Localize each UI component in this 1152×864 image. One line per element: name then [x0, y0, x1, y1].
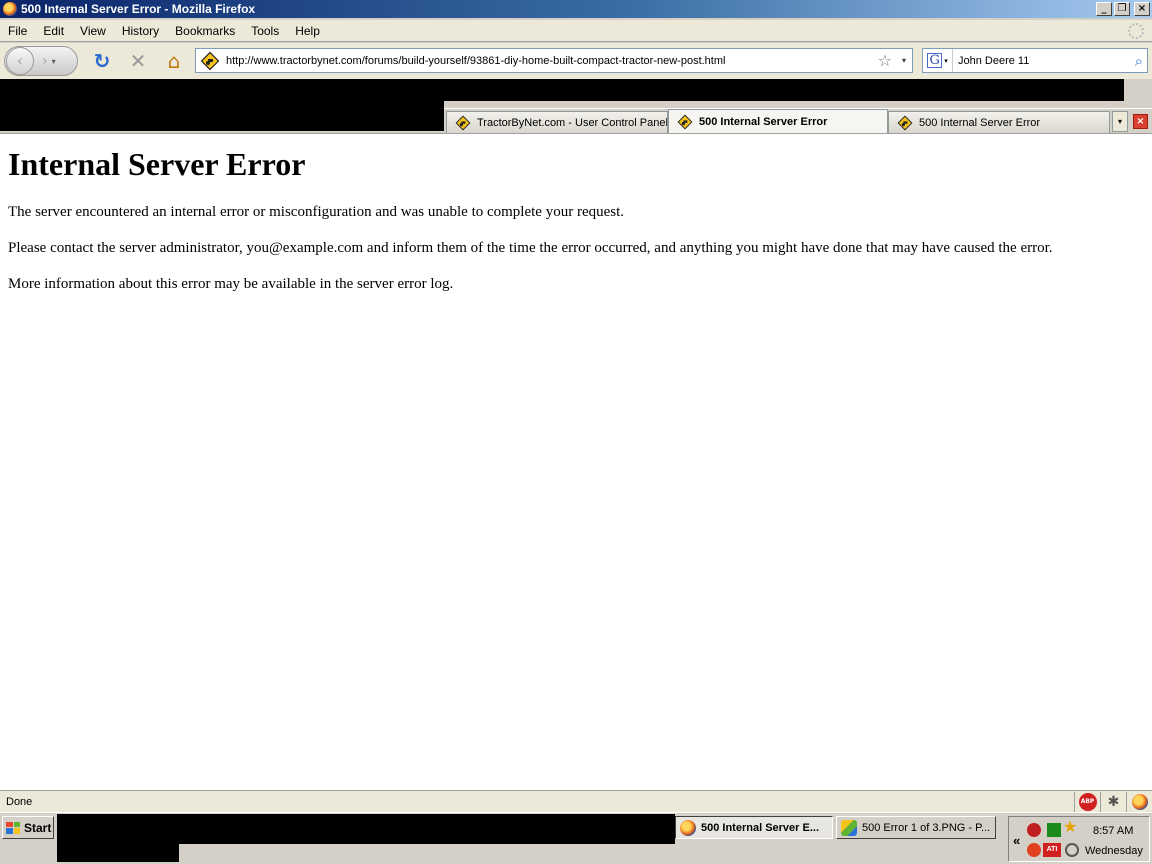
- tab-500-error[interactable]: 500 Internal Server Error: [888, 111, 1110, 133]
- tractorbynet-tab-icon: [677, 114, 693, 129]
- firefox-status-icon[interactable]: [1131, 793, 1148, 810]
- tab-list-dropdown-icon[interactable]: ▾: [1112, 111, 1128, 132]
- menu-edit[interactable]: Edit: [35, 24, 72, 38]
- navigation-toolbar: ‹ › ▾ ↻ ✕ ⌂ http://www.tractorbynet.com/…: [0, 43, 1152, 79]
- error-paragraph: The server encountered an internal error…: [8, 204, 625, 220]
- menu-tools[interactable]: Tools: [243, 24, 287, 38]
- tractorbynet-tab-icon: [455, 115, 471, 130]
- page-content: Internal Server Error The server encount…: [0, 133, 1152, 790]
- system-tray: « ★ ATI 8:57 AM Wednesday: [1008, 816, 1150, 862]
- menu-help[interactable]: Help: [287, 24, 328, 38]
- adblock-plus-icon[interactable]: ABP: [1078, 792, 1097, 811]
- search-bar[interactable]: G ▾ John Deere 11 ⌕: [922, 48, 1148, 73]
- search-engine-selector[interactable]: G ▾: [923, 49, 953, 72]
- taskbar-button-label: 500 Internal Server E...: [701, 821, 820, 834]
- tray-star-icon[interactable]: ★: [1063, 820, 1077, 836]
- tray-security-icon[interactable]: [1027, 843, 1041, 857]
- search-icon[interactable]: ⌕: [1135, 52, 1143, 70]
- firebug-icon[interactable]: ✱: [1108, 794, 1120, 810]
- reload-button[interactable]: ↻: [90, 49, 114, 73]
- address-bar[interactable]: http://www.tractorbynet.com/forums/build…: [195, 48, 913, 73]
- clock-time[interactable]: 8:57 AM: [1093, 825, 1133, 837]
- tractorbynet-tab-icon: [897, 115, 913, 130]
- redacted-region: [57, 844, 179, 862]
- tab-label: TractorByNet.com - User Control Panel: [477, 116, 668, 129]
- firefox-icon: [680, 819, 696, 836]
- tray-monitor-icon[interactable]: [1047, 823, 1061, 837]
- window-title: 500 Internal Server Error - Mozilla Fire…: [21, 2, 256, 16]
- error-paragraph: More information about this error may be…: [8, 276, 454, 292]
- menu-history[interactable]: History: [114, 24, 167, 38]
- google-icon: G: [927, 53, 943, 68]
- menu-file[interactable]: File: [0, 24, 35, 38]
- tab-label: 500 Internal Server Error: [919, 116, 1041, 129]
- tab-500-error-active[interactable]: 500 Internal Server Error: [668, 109, 888, 133]
- clock-day: Wednesday: [1085, 845, 1143, 857]
- tab-strip: TractorByNet.com - User Control Panel 50…: [444, 108, 1152, 133]
- close-tab-button[interactable]: ×: [1133, 114, 1148, 129]
- windows-logo-icon: [6, 821, 20, 834]
- home-button[interactable]: ⌂: [162, 49, 186, 73]
- url-text[interactable]: http://www.tractorbynet.com/forums/build…: [226, 55, 878, 67]
- minimize-button[interactable]: _: [1096, 2, 1112, 16]
- back-button[interactable]: ‹: [6, 47, 34, 75]
- engine-dropdown-icon: ▾: [944, 56, 948, 65]
- error-heading: Internal Server Error: [8, 146, 306, 182]
- tray-app-icon[interactable]: [1027, 823, 1041, 837]
- ati-icon[interactable]: ATI: [1043, 843, 1061, 857]
- windows-taskbar: Start 500 Internal Server E... 500 Error…: [0, 812, 1152, 864]
- taskbar-paint-button[interactable]: 500 Error 1 of 3.PNG - P...: [836, 816, 996, 839]
- forward-button[interactable]: ›: [42, 53, 48, 69]
- firefox-icon: [3, 2, 17, 16]
- back-forward-control: ‹ › ▾: [4, 46, 78, 76]
- search-input[interactable]: John Deere 11: [953, 55, 1135, 67]
- redacted-quick-launch: [57, 814, 675, 844]
- close-window-button[interactable]: ×: [1134, 2, 1150, 16]
- tray-search-icon[interactable]: [1065, 843, 1079, 857]
- taskbar-button-label: 500 Error 1 of 3.PNG - P...: [862, 821, 991, 834]
- redacted-bookmarks-bar: [0, 79, 1124, 101]
- status-text: Done: [6, 795, 33, 808]
- menu-bar: File Edit View History Bookmarks Tools H…: [0, 20, 1152, 42]
- bookmark-star-icon[interactable]: ☆: [878, 51, 892, 70]
- status-bar: Done ABP ✱: [0, 790, 1152, 812]
- menu-view[interactable]: View: [72, 24, 114, 38]
- tractorbynet-site-icon: [200, 51, 220, 70]
- tab-user-control-panel[interactable]: TractorByNet.com - User Control Panel: [446, 111, 668, 133]
- start-button[interactable]: Start: [2, 816, 54, 839]
- restore-button[interactable]: ❐: [1114, 2, 1130, 16]
- throbber-icon: [1128, 23, 1144, 39]
- menu-bookmarks[interactable]: Bookmarks: [167, 24, 243, 38]
- tab-label: 500 Internal Server Error: [699, 115, 828, 128]
- taskbar-firefox-button[interactable]: 500 Internal Server E...: [675, 816, 833, 839]
- start-label: Start: [24, 820, 52, 835]
- url-dropdown-icon[interactable]: ▾: [902, 56, 906, 65]
- stop-button[interactable]: ✕: [126, 49, 150, 73]
- error-paragraph: Please contact the server administrator,…: [8, 240, 1053, 256]
- window-title-bar[interactable]: 500 Internal Server Error - Mozilla Fire…: [0, 0, 1152, 18]
- history-dropdown-icon[interactable]: ▾: [52, 57, 56, 66]
- redacted-region: [0, 101, 444, 131]
- paint-icon: [841, 819, 857, 836]
- show-hidden-icons-button[interactable]: «: [1013, 833, 1020, 848]
